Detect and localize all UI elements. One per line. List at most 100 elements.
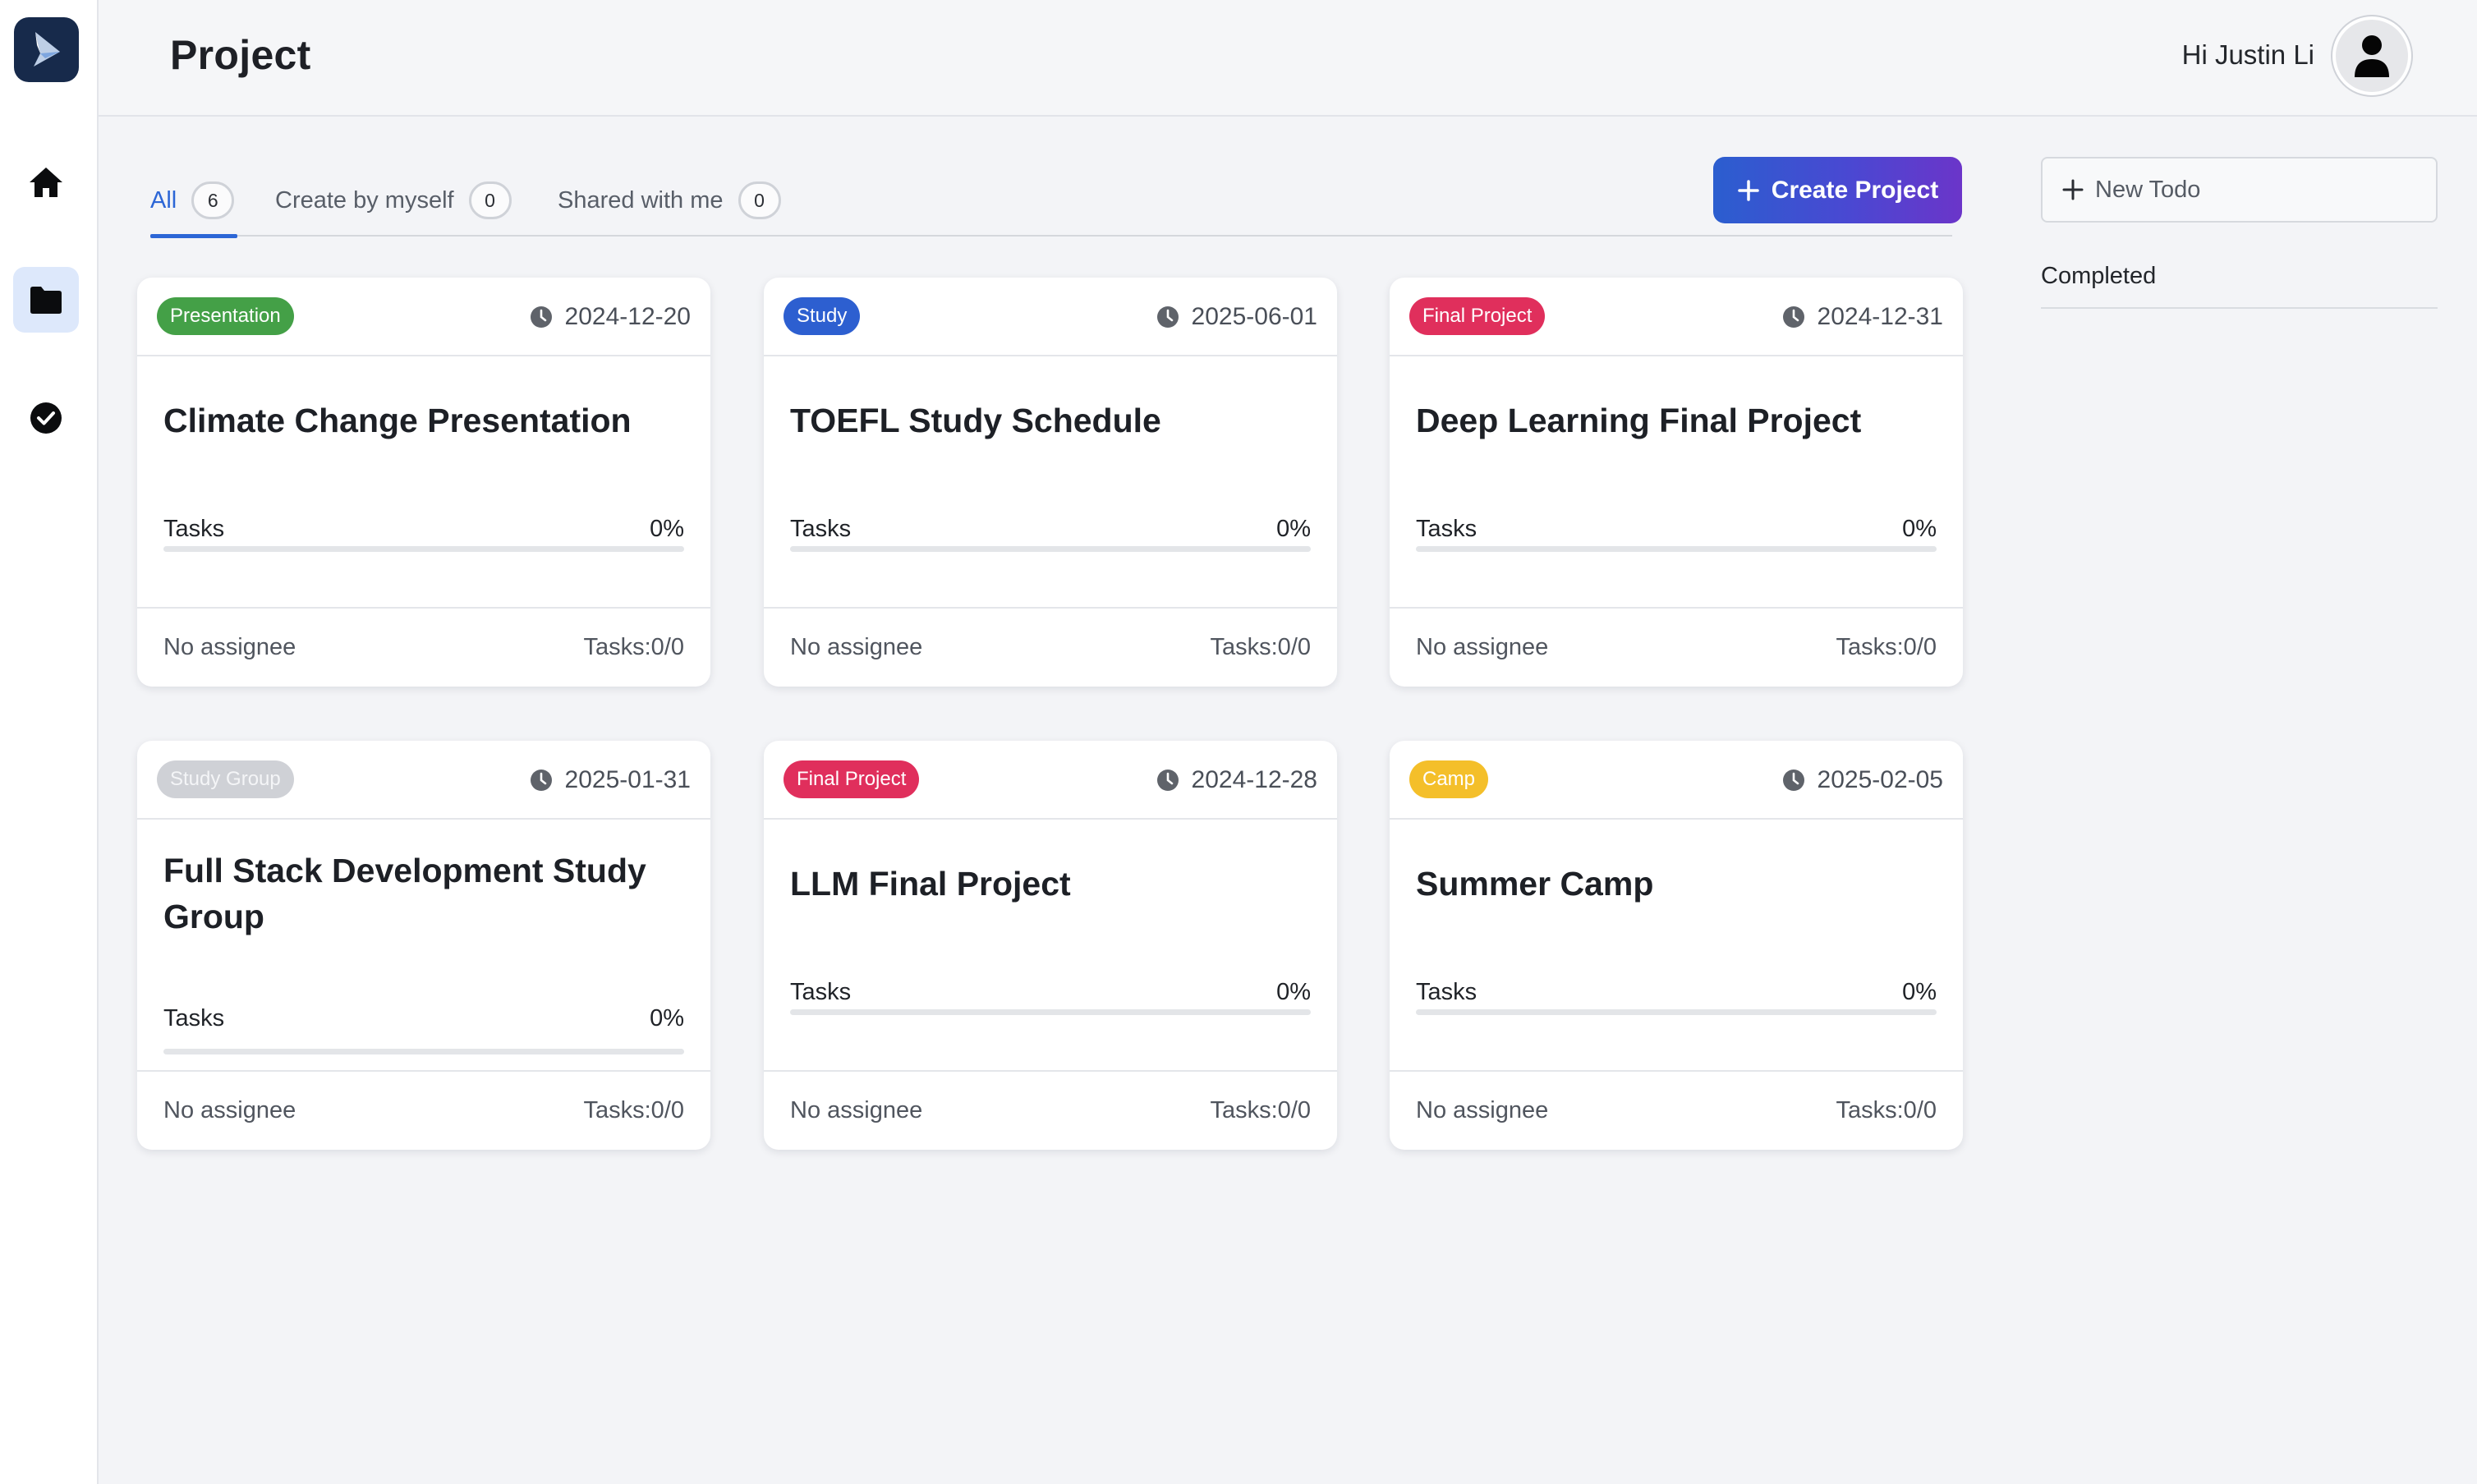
project-tag-badge: Final Project [1409, 297, 1546, 335]
progress-bar [163, 546, 684, 552]
task-count-text: Tasks:0/0 [583, 634, 685, 660]
card-header: Presentation 2024-12-20 [137, 278, 710, 356]
progress-bar [790, 546, 1311, 552]
tab-create-by-myself[interactable]: Create by myself 0 [275, 175, 512, 237]
top-header: Project Hi Justin Li [99, 0, 2477, 117]
progress-bar [163, 1049, 684, 1054]
clock-icon [1156, 306, 1179, 328]
tasks-progress-row: Tasks 0% [163, 516, 684, 549]
tab-count-badge: 6 [191, 181, 235, 219]
sidebar-item-projects[interactable] [13, 267, 79, 333]
tasks-progress-row: Tasks 0% [1416, 516, 1937, 549]
page-title: Project [170, 32, 311, 78]
clock-icon [1782, 770, 1804, 791]
sidebar [0, 0, 99, 1484]
tab-count-badge: 0 [738, 181, 781, 219]
project-tag-badge: Camp [1409, 760, 1489, 798]
project-card[interactable]: Final Project 2024-12-31 Deep Learning F… [1390, 278, 1963, 687]
project-card[interactable]: Study 2025-06-01 TOEFL Study Schedule Ta… [764, 278, 1337, 687]
tasks-label: Tasks [790, 979, 852, 1005]
tasks-progress-row: Tasks 0% [790, 979, 1311, 1012]
new-todo-input[interactable]: New Todo [2041, 157, 2438, 223]
card-header: Study Group 2025-01-31 [137, 741, 710, 820]
tab-shared-with-me[interactable]: Shared with me 0 [558, 175, 781, 237]
create-project-label: Create Project [1771, 176, 1939, 204]
tab-all[interactable]: All 6 [150, 175, 237, 238]
project-tag-badge: Presentation [157, 297, 294, 335]
tasks-label: Tasks [1416, 516, 1477, 542]
assignee-text: No assignee [790, 1097, 923, 1123]
tasks-progress-row: Tasks 0% [790, 516, 1311, 549]
due-date: 2025-02-05 [1781, 762, 1943, 798]
card-footer: No assignee Tasks:0/0 [1390, 1070, 1963, 1150]
project-title: TOEFL Study Schedule [790, 402, 1161, 439]
due-date: 2024-12-20 [529, 299, 691, 335]
tasks-percent: 0% [1276, 516, 1311, 542]
tab-label: Create by myself [275, 187, 454, 214]
task-count-text: Tasks:0/0 [1836, 634, 1937, 660]
tasks-percent: 0% [1276, 979, 1311, 1005]
tab-count-badge: 0 [468, 181, 512, 219]
app-logo[interactable] [14, 17, 79, 82]
sidebar-item-home[interactable] [13, 149, 79, 215]
assignee-text: No assignee [163, 1097, 296, 1123]
assignee-text: No assignee [1416, 634, 1549, 660]
card-header: Final Project 2024-12-28 [764, 741, 1337, 820]
folder-icon [30, 287, 62, 314]
clock-icon [530, 770, 552, 791]
card-header: Final Project 2024-12-31 [1390, 278, 1963, 356]
project-card[interactable]: Camp 2025-02-05 Summer Camp Tasks 0% No … [1390, 741, 1963, 1150]
project-tag-badge: Study [784, 297, 861, 335]
sidebar-item-completed[interactable] [13, 385, 79, 451]
clock-icon [530, 306, 552, 328]
tasks-percent: 0% [650, 516, 684, 542]
card-footer: No assignee Tasks:0/0 [137, 607, 710, 687]
due-date-text: 2025-01-31 [564, 766, 691, 793]
tasks-label: Tasks [790, 516, 852, 542]
tasks-percent: 0% [1902, 516, 1937, 542]
card-footer: No assignee Tasks:0/0 [764, 1070, 1337, 1150]
due-date-text: 2025-02-05 [1817, 766, 1943, 793]
due-date-text: 2024-12-31 [1817, 303, 1943, 330]
card-header: Camp 2025-02-05 [1390, 741, 1963, 820]
task-count-text: Tasks:0/0 [1836, 1097, 1937, 1123]
tasks-progress-row: Tasks 0% [1416, 979, 1937, 1012]
task-count-text: Tasks:0/0 [583, 1097, 685, 1123]
new-todo-placeholder: New Todo [2095, 176, 2201, 203]
clock-icon [1782, 306, 1804, 328]
assignee-text: No assignee [163, 634, 296, 660]
completed-section-header: Completed [2041, 263, 2438, 309]
project-filter-tabs: All 6 Create by myself 0 Shared with me … [150, 170, 1952, 238]
progress-bar [790, 1009, 1311, 1015]
user-avatar[interactable] [2332, 16, 2411, 95]
due-date-text: 2024-12-20 [564, 303, 691, 330]
tasks-percent: 0% [1902, 979, 1937, 1005]
project-tag-badge: Study Group [157, 760, 294, 798]
bird-logo-icon [33, 31, 60, 67]
project-title: Full Stack Development Study Group [163, 852, 646, 935]
due-date: 2025-06-01 [1156, 299, 1317, 335]
project-card[interactable]: Study Group 2025-01-31 Full Stack Develo… [137, 741, 710, 1150]
due-date: 2025-01-31 [529, 762, 691, 798]
create-project-button[interactable]: Create Project [1713, 157, 1962, 223]
project-card[interactable]: Final Project 2024-12-28 LLM Final Proje… [764, 741, 1337, 1150]
project-title: Climate Change Presentation [163, 402, 632, 439]
assignee-text: No assignee [790, 634, 923, 660]
plus-icon [2062, 179, 2084, 200]
tasks-percent: 0% [650, 1005, 684, 1031]
card-header: Study 2025-06-01 [764, 278, 1337, 356]
tasks-label: Tasks [163, 516, 225, 542]
assignee-text: No assignee [1416, 1097, 1549, 1123]
user-greeting: Hi Justin Li [2181, 39, 2314, 70]
plus-icon [1738, 179, 1759, 201]
progress-bar [1416, 1009, 1937, 1015]
project-tag-badge: Final Project [784, 760, 920, 798]
card-footer: No assignee Tasks:0/0 [1390, 607, 1963, 687]
due-date: 2024-12-28 [1156, 762, 1317, 798]
check-circle-icon [30, 402, 62, 434]
due-date: 2024-12-31 [1781, 299, 1943, 335]
clock-icon [1156, 770, 1179, 791]
tasks-progress-row: Tasks 0% [163, 1005, 684, 1038]
project-card[interactable]: Presentation 2024-12-20 Climate Change P… [137, 278, 710, 687]
task-count-text: Tasks:0/0 [1210, 634, 1312, 660]
